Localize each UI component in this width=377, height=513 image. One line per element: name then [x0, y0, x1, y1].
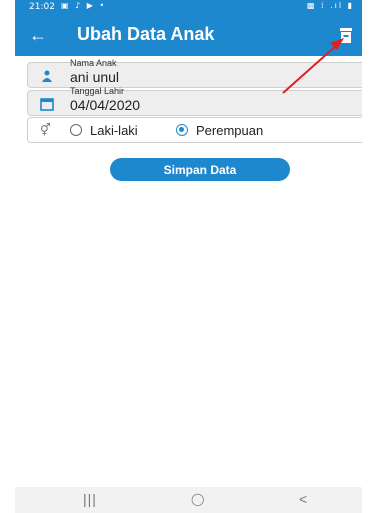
nav-back-button[interactable]: <: [299, 491, 307, 507]
gender-icon: ⚥: [40, 123, 51, 137]
back-button[interactable]: ←: [27, 24, 49, 46]
radio-laki-laki[interactable]: [70, 124, 82, 136]
trash-icon: [340, 28, 352, 43]
page-title: Ubah Data Anak: [77, 24, 215, 44]
notification-icons: ▣ ♪ ▶ •: [61, 1, 107, 10]
birth-date-value[interactable]: 04/04/2020: [70, 97, 140, 113]
recents-button[interactable]: |||: [83, 491, 97, 507]
child-name-field[interactable]: Nama Anak ani unul: [27, 58, 362, 88]
arrow-left-icon: ←: [29, 25, 47, 45]
radio-label-perempuan[interactable]: Perempuan: [196, 123, 263, 138]
child-name-value[interactable]: ani unul: [70, 69, 119, 85]
status-bar: 21:02 ▣ ♪ ▶ • ▩ ⁞ .ıl ▮: [15, 0, 362, 14]
birth-date-label: Tanggal Lahir: [70, 86, 125, 96]
radio-perempuan[interactable]: [176, 124, 188, 136]
system-nav-bar: ||| ◯ <: [15, 487, 362, 513]
child-name-label: Nama Anak: [70, 58, 117, 68]
home-button[interactable]: ◯: [191, 492, 204, 506]
radio-label-laki-laki[interactable]: Laki-laki: [90, 123, 138, 138]
app-bar: ← Ubah Data Anak: [15, 14, 362, 56]
status-time: 21:02: [29, 2, 55, 12]
birth-date-field[interactable]: Tanggal Lahir 04/04/2020: [27, 86, 362, 116]
gender-selector: ⚥ Laki-laki Perempuan: [27, 117, 362, 143]
phone-screen: 21:02 ▣ ♪ ▶ • ▩ ⁞ .ıl ▮ ← Ubah Data Anak…: [15, 0, 362, 513]
save-data-button[interactable]: Simpan Data: [110, 158, 290, 181]
child-icon: [42, 70, 52, 82]
calendar-icon: [40, 98, 54, 111]
system-icons: ▩ ⁞ .ıl ▮: [306, 1, 354, 10]
delete-button[interactable]: [338, 26, 354, 44]
